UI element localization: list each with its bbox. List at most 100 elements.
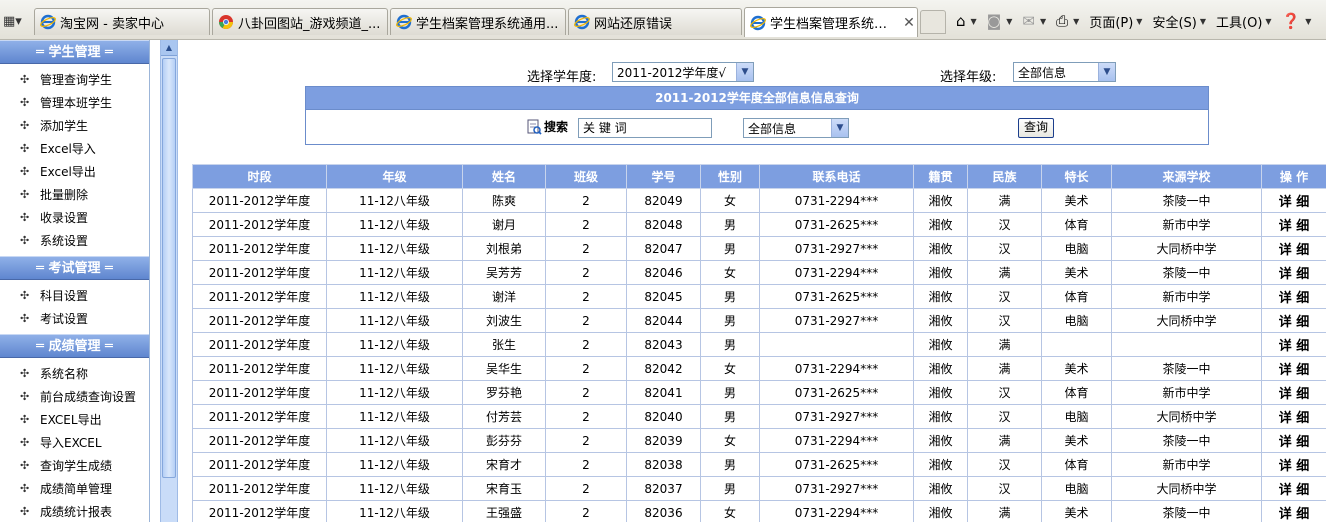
sidebar-item[interactable]: ✣ Excel导入	[0, 137, 149, 160]
sidebar-item[interactable]: ✣ 系统设置	[0, 229, 149, 252]
table-row: 2011-2012学年度 11-12八年级 刘根弟 2 82047 男 0731-2927*…	[192, 236, 1326, 261]
table-cell: 女	[700, 500, 760, 522]
table-cell: 汉	[967, 212, 1042, 237]
table-cell: 男	[700, 284, 760, 309]
tools-menu[interactable]: 工具(O) ▼	[1216, 12, 1272, 31]
table-cell: 新市中学	[1111, 452, 1262, 477]
chevron-down-icon[interactable]: ▼	[736, 63, 753, 81]
detail-link[interactable]: 详 细	[1261, 356, 1326, 381]
feeds-button[interactable]: ◙ ▼	[987, 12, 1013, 30]
table-cell: 2	[545, 452, 627, 477]
keyword-input[interactable]: 关 键 词	[578, 118, 712, 138]
detail-link[interactable]: 详 细	[1261, 452, 1326, 477]
tab-archive-1[interactable]: 学生档案管理系统通用...	[390, 8, 566, 35]
tab-bagua[interactable]: 八卦回图站_游戏频道_...	[212, 8, 388, 35]
sidebar-item[interactable]: ✣ 考试设置	[0, 307, 149, 330]
search-label: 搜索	[544, 120, 569, 134]
detail-link[interactable]: 详 细	[1261, 380, 1326, 405]
column-header: 籍贯	[913, 164, 968, 189]
table-cell: 新市中学	[1111, 284, 1262, 309]
detail-link[interactable]: 详 细	[1261, 260, 1326, 285]
sidebar-item[interactable]: ✣ 导入EXCEL	[0, 431, 149, 454]
print-button[interactable]: ⎙ ▼	[1056, 12, 1079, 30]
table-cell: 谢洋	[462, 284, 546, 309]
table-cell: 2	[545, 212, 627, 237]
detail-link[interactable]: 详 细	[1261, 188, 1326, 213]
sidebar-item[interactable]: ✣ 成绩统计报表	[0, 500, 149, 522]
table-cell: 男	[700, 212, 760, 237]
quick-tabs-icon[interactable]: ▦▾	[3, 12, 31, 32]
detail-link[interactable]: 详 细	[1261, 308, 1326, 333]
table-cell: 2011-2012学年度	[192, 476, 327, 501]
table-cell: 2011-2012学年度	[192, 284, 327, 309]
sidebar-scrollbar[interactable]: ▲	[160, 40, 178, 522]
table-cell: 11-12八年级	[326, 332, 463, 357]
table-cell: 新市中学	[1111, 212, 1262, 237]
sidebar-item[interactable]: ✣ 收录设置	[0, 206, 149, 229]
table-cell: 美术	[1041, 188, 1112, 213]
sidebar-item[interactable]: ✣ 成绩简单管理	[0, 477, 149, 500]
table-cell: 11-12八年级	[326, 260, 463, 285]
tab-archive-active[interactable]: 学生档案管理系统通... ✕	[744, 7, 918, 37]
table-cell: 82039	[626, 428, 701, 453]
table-cell: 0731-2927***	[759, 476, 914, 501]
table-cell: 2011-2012学年度	[192, 212, 327, 237]
table-cell: 男	[700, 404, 760, 429]
bullet-icon: ✣	[20, 234, 30, 247]
chevron-down-icon[interactable]: ▼	[1098, 63, 1115, 81]
mail-button[interactable]: ✉ ▼	[1022, 12, 1046, 30]
table-cell: 湘攸	[913, 500, 968, 522]
detail-link[interactable]: 详 细	[1261, 212, 1326, 237]
table-cell: 2011-2012学年度	[192, 380, 327, 405]
sidebar-item[interactable]: ✣ 添加学生	[0, 114, 149, 137]
table-cell: 满	[967, 260, 1042, 285]
new-tab-button[interactable]	[920, 10, 946, 34]
grade-select[interactable]: 全部信息 ▼	[1013, 62, 1116, 82]
scroll-thumb[interactable]	[162, 58, 176, 478]
sidebar-item[interactable]: ✣ Excel导出	[0, 160, 149, 183]
tab-taobao[interactable]: 淘宝网 - 卖家中心	[34, 8, 210, 35]
search-scope-select[interactable]: 全部信息 ▼	[743, 118, 849, 138]
close-tab-icon[interactable]: ✕	[901, 15, 917, 31]
table-cell: 2011-2012学年度	[192, 308, 327, 333]
safety-menu[interactable]: 安全(S) ▼	[1152, 12, 1206, 31]
sidebar-item[interactable]: ✣ 科目设置	[0, 284, 149, 307]
help-button[interactable]: ❓ ▼	[1282, 12, 1312, 30]
detail-link[interactable]: 详 细	[1261, 236, 1326, 261]
sidebar-section-header[interactable]: ═ 成绩管理 ═	[0, 334, 149, 358]
sidebar-item[interactable]: ✣ 前台成绩查询设置	[0, 385, 149, 408]
column-header: 班级	[545, 164, 627, 189]
table-cell: 新市中学	[1111, 380, 1262, 405]
search-document-icon	[527, 119, 542, 135]
sidebar-section-header[interactable]: ═ 学生管理 ═	[0, 40, 149, 64]
detail-link[interactable]: 详 细	[1261, 500, 1326, 522]
table-cell: 11-12八年级	[326, 212, 463, 237]
query-button[interactable]: 查询	[1018, 118, 1054, 138]
detail-link[interactable]: 详 细	[1261, 428, 1326, 453]
sidebar-item[interactable]: ✣ EXCEL导出	[0, 408, 149, 431]
sidebar-section-header[interactable]: ═ 考试管理 ═	[0, 256, 149, 280]
table-cell: 11-12八年级	[326, 236, 463, 261]
sidebar-item[interactable]: ✣ 系统名称	[0, 362, 149, 385]
page-menu[interactable]: 页面(P) ▼	[1089, 12, 1142, 31]
table-row: 2011-2012学年度 11-12八年级 宋育才 2 82038 男 0731-2625*…	[192, 452, 1326, 477]
ie-page-icon	[396, 14, 412, 30]
tab-site-error[interactable]: 网站还原错误	[568, 8, 742, 35]
sidebar-item[interactable]: ✣ 管理本班学生	[0, 91, 149, 114]
scroll-up-arrow-icon[interactable]: ▲	[161, 40, 177, 56]
detail-link[interactable]: 详 细	[1261, 476, 1326, 501]
sidebar-item[interactable]: ✣ 批量删除	[0, 183, 149, 206]
sidebar-item[interactable]: ✣ 查询学生成绩	[0, 454, 149, 477]
detail-link[interactable]: 详 细	[1261, 332, 1326, 357]
table-cell: 0731-2625***	[759, 212, 914, 237]
detail-link[interactable]: 详 细	[1261, 404, 1326, 429]
year-select[interactable]: 2011-2012学年度√ ▼	[612, 62, 754, 82]
table-cell: 体育	[1041, 284, 1112, 309]
table-cell: 11-12八年级	[326, 188, 463, 213]
chevron-down-icon[interactable]: ▼	[831, 119, 848, 137]
table-cell: 0731-2927***	[759, 404, 914, 429]
table-row: 2011-2012学年度 11-12八年级 彭芬芬 2 82039 女 0731-2294*…	[192, 428, 1326, 453]
home-button[interactable]: ⌂ ▼	[956, 12, 977, 30]
sidebar-item[interactable]: ✣ 管理查询学生	[0, 68, 149, 91]
detail-link[interactable]: 详 细	[1261, 284, 1326, 309]
